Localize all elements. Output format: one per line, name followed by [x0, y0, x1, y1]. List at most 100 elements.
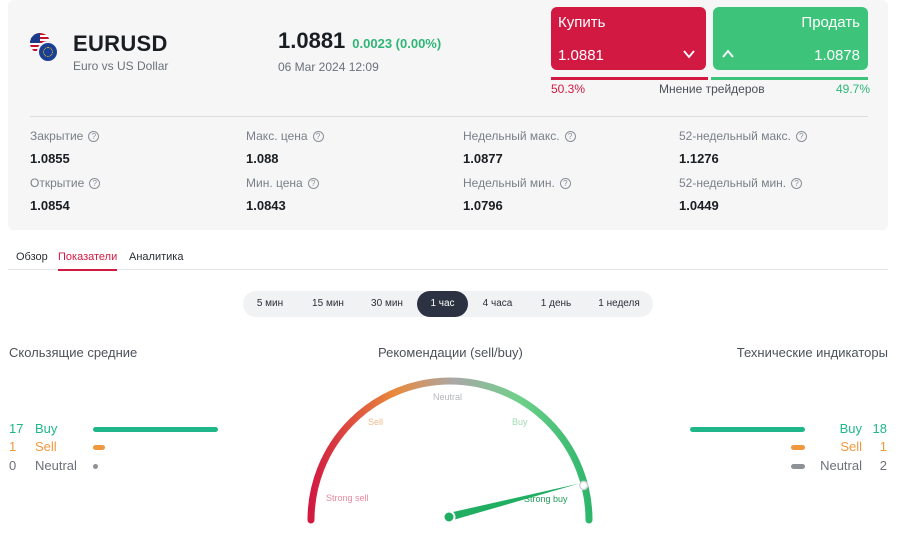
stat-value: 1.0843	[246, 198, 286, 213]
ti-neutral-label: Neutral	[820, 458, 862, 473]
tab-analytics[interactable]: Аналитика	[129, 251, 183, 269]
stat-item: 52-недельный макс.? 1.1276	[679, 129, 807, 166]
price-change: 0.0023 (0.00%)	[352, 36, 442, 51]
question-circle-icon[interactable]: ?	[88, 130, 100, 142]
tab-indicators[interactable]: Показатели	[58, 251, 118, 271]
stat-item: Мин. цена? 1.0843	[246, 176, 319, 213]
stat-label: 52-недельный мин.?	[679, 176, 803, 190]
period-1w[interactable]: 1 неделя	[589, 291, 649, 317]
recommendations-title: Рекомендации (sell/buy)	[378, 345, 523, 360]
chevron-down-icon	[683, 50, 695, 59]
ma-sell-label: Sell	[35, 439, 57, 454]
gauge-needle-tip	[578, 480, 589, 491]
gauge-label-buy: Buy	[512, 417, 528, 427]
ti-buy-row: Buy 18	[680, 421, 888, 437]
ma-buy-label: Buy	[35, 421, 58, 436]
buy-price: 1.0881	[558, 47, 604, 64]
gauge-pivot	[442, 510, 456, 524]
ma-sell-bar	[93, 445, 105, 450]
ma-neutral-row: 0 Neutral	[9, 458, 229, 474]
ti-buy-label: Buy	[839, 421, 862, 436]
stat-label-text: Открытие	[30, 176, 85, 190]
stat-item: Недельный мин.? 1.0796	[463, 176, 571, 213]
recommendation-gauge: Strong sell Sell Neutral Buy Strong buy	[300, 370, 600, 534]
stat-label-text: Недельный мин.	[463, 176, 555, 190]
symbol-description: Euro vs US Dollar	[73, 59, 169, 73]
instrument-symbol: EURUSD Euro vs US Dollar	[30, 33, 168, 73]
buy-sentiment-bar	[551, 77, 708, 80]
ma-neutral-count: 0	[9, 458, 17, 473]
ti-sell-count: 1	[879, 439, 887, 454]
buy-button[interactable]: Купить 1.0881	[551, 7, 706, 70]
question-circle-icon[interactable]: ?	[312, 130, 324, 142]
ma-neutral-bar	[93, 464, 98, 469]
moving-averages-title: Скользящие средние	[9, 345, 138, 360]
ma-buy-bar	[93, 427, 218, 432]
sentiment-label: Мнение трейдеров	[659, 82, 765, 96]
stat-label-text: Мин. цена	[246, 176, 303, 190]
question-circle-icon[interactable]: ?	[795, 130, 807, 142]
stat-item: 52-недельный мин.? 1.0449	[679, 176, 803, 213]
chevron-up-icon	[722, 49, 734, 58]
question-circle-icon[interactable]: ?	[89, 177, 101, 189]
ma-sell-row: 1 Sell	[9, 439, 229, 455]
technical-indicators-title: Технические индикаторы	[736, 345, 888, 360]
sell-button[interactable]: Продать 1.0878	[713, 7, 868, 70]
buy-sentiment-percent: 50.3%	[551, 82, 586, 96]
stat-value: 1.0854	[30, 198, 70, 213]
stat-label: Мин. цена?	[246, 176, 319, 190]
stat-label-text: Макс. цена	[246, 129, 308, 143]
period-4h[interactable]: 4 часа	[475, 291, 520, 317]
period-selector: 5 мин 15 мин 30 мин 1 час 4 часа 1 день …	[243, 291, 653, 317]
question-circle-icon[interactable]: ?	[564, 130, 576, 142]
current-price: 1.0881	[278, 28, 346, 53]
stat-label: Недельный макс.?	[463, 129, 576, 143]
ti-neutral-row: Neutral 2	[680, 458, 888, 474]
period-15m[interactable]: 15 мин	[303, 291, 353, 317]
period-1h[interactable]: 1 час	[417, 291, 468, 317]
buy-button-label: Купить	[558, 14, 606, 31]
stat-label: Недельный мин.?	[463, 176, 571, 190]
gauge-label-strong-sell: Strong sell	[326, 493, 369, 503]
stat-label: Макс. цена?	[246, 129, 324, 143]
tab-overview[interactable]: Обзор	[16, 251, 48, 269]
ma-neutral-label: Neutral	[35, 458, 77, 473]
stat-item: Макс. цена? 1.088	[246, 129, 324, 166]
sell-price: 1.0878	[814, 47, 860, 64]
sell-sentiment-bar	[711, 77, 868, 80]
stat-label-text: 52-недельный мин.	[679, 176, 787, 190]
question-circle-icon[interactable]: ?	[791, 177, 803, 189]
ti-sell-row: Sell 1	[680, 439, 888, 455]
stat-label: Открытие?	[30, 176, 101, 190]
stat-item: Открытие? 1.0854	[30, 176, 101, 213]
stat-value: 1.0796	[463, 198, 503, 213]
stat-label: 52-недельный макс.?	[679, 129, 807, 143]
ma-buy-row: 17 Buy	[9, 421, 229, 437]
stat-value: 1.0877	[463, 151, 503, 166]
stat-value: 1.1276	[679, 151, 719, 166]
eur-usd-flag-icon	[30, 33, 60, 63]
period-30m[interactable]: 30 мин	[361, 291, 413, 317]
question-circle-icon[interactable]: ?	[307, 177, 319, 189]
question-circle-icon[interactable]: ?	[559, 177, 571, 189]
period-5m[interactable]: 5 мин	[249, 291, 291, 317]
sell-sentiment-percent: 49.7%	[836, 82, 871, 96]
period-1d[interactable]: 1 день	[532, 291, 580, 317]
stat-item: Недельный макс.? 1.0877	[463, 129, 576, 166]
stat-label: Закрытие?	[30, 129, 100, 143]
ma-sell-count: 1	[9, 439, 17, 454]
gauge-svg: Strong sell Sell Neutral Buy Strong buy	[307, 377, 593, 524]
stat-value: 1.0855	[30, 151, 70, 166]
ma-buy-count: 17	[9, 421, 24, 436]
stat-label-text: Закрытие	[30, 129, 84, 143]
ti-sell-label: Sell	[840, 439, 862, 454]
stat-value: 1.088	[246, 151, 279, 166]
sell-button-label: Продать	[801, 14, 860, 31]
gauge-label-sell: Sell	[368, 417, 383, 427]
stats-divider	[30, 116, 868, 117]
ti-neutral-bar	[791, 464, 805, 469]
stat-value: 1.0449	[679, 198, 719, 213]
ti-buy-bar	[690, 427, 805, 432]
section-tabs: Обзор Показатели Аналитика	[8, 246, 888, 271]
stat-label-text: 52-недельный макс.	[679, 129, 791, 143]
